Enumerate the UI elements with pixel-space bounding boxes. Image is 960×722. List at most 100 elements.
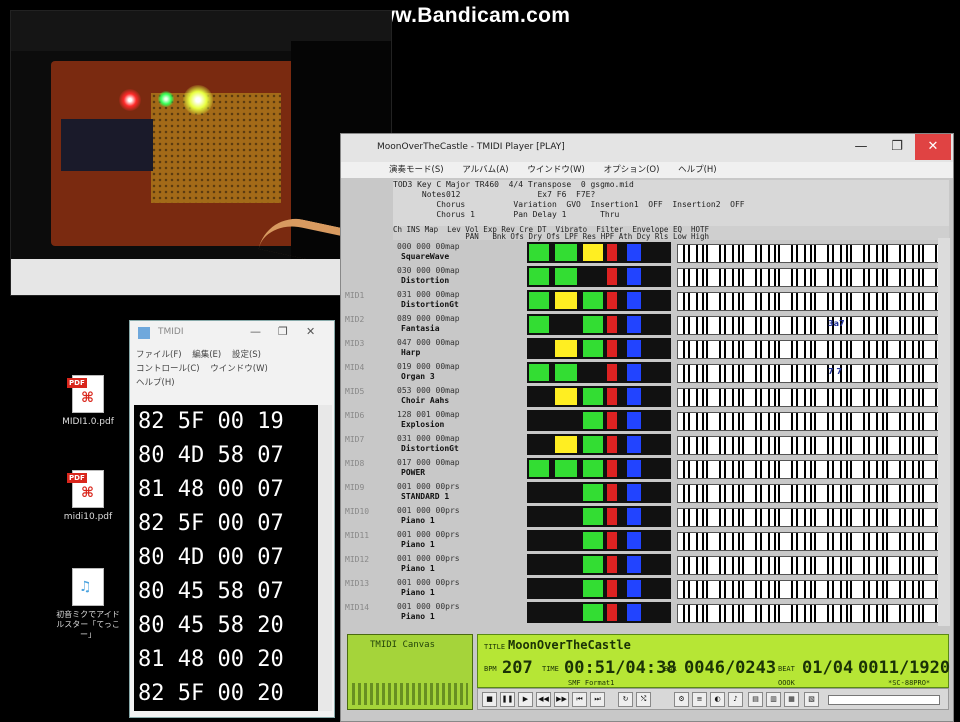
maximize-button[interactable]: ❐ xyxy=(879,134,915,160)
channel-row[interactable]: MID4 019 000 00map Organ 3 7 7 xyxy=(345,362,943,385)
channel-meters xyxy=(527,482,671,503)
hex-row: 80 4D 58 07 xyxy=(138,443,284,468)
minimize-button[interactable]: — xyxy=(250,325,261,338)
option-button[interactable]: ▤ xyxy=(748,692,763,707)
hex-output-area[interactable]: 82 5F 00 19 80 4D 58 07 81 48 00 07 82 5… xyxy=(134,405,318,711)
prev-button[interactable]: ⏮ xyxy=(572,692,587,707)
meter-bar xyxy=(627,532,641,549)
next-button[interactable]: ⏭ xyxy=(590,692,605,707)
channel-number: MID8 xyxy=(345,459,365,468)
option-button[interactable]: ▧ xyxy=(804,692,819,707)
position-slider[interactable] xyxy=(828,695,940,705)
meter-bar xyxy=(607,244,617,261)
channel-program: 031 000 00map xyxy=(397,290,460,299)
channel-row[interactable]: 000 000 00map SquareWave xyxy=(393,242,943,265)
menu-edit[interactable]: 編集(E) xyxy=(192,350,221,360)
hex-row: 82 5F 00 19 xyxy=(138,409,284,434)
forward-button[interactable]: ▶▶ xyxy=(554,692,569,707)
meter-bar xyxy=(529,268,549,285)
meter-bar xyxy=(607,436,617,453)
meter-bar xyxy=(627,436,641,453)
option-button[interactable]: ⚙ xyxy=(674,692,689,707)
channel-row[interactable]: 030 000 00map Distortion xyxy=(393,266,943,289)
meter-bar xyxy=(607,340,617,357)
channel-row[interactable]: MID8 017 000 00map POWER xyxy=(345,458,943,481)
channel-number: MID9 xyxy=(345,483,365,492)
random-button[interactable]: ⤭ xyxy=(636,692,651,707)
channel-keyboard: 7 7 xyxy=(677,364,943,383)
meter-bar xyxy=(529,244,549,261)
rewind-button[interactable]: ◀◀ xyxy=(536,692,551,707)
channel-row[interactable]: MID11 001 000 00prs Piano 1 xyxy=(345,530,943,553)
meter-bar xyxy=(607,268,617,285)
channel-row[interactable]: MID7 031 000 00map DistortionGt xyxy=(345,434,943,457)
menu-window[interactable]: ウインドウ(W) xyxy=(527,165,585,175)
desktop-icon-midi10-pdf[interactable]: PDF ⌘ midi10.pdf xyxy=(56,470,120,522)
pause-button[interactable]: ❚❚ xyxy=(500,692,515,707)
channel-row[interactable]: MID3 047 000 00map Harp xyxy=(345,338,943,361)
channel-instrument: Piano 1 xyxy=(401,588,435,597)
hex-row: 80 45 58 07 xyxy=(138,579,284,604)
tmidi-menubar: 演奏モード(S) アルバム(A) ウインドウ(W) オプション(O) ヘルプ(H… xyxy=(341,162,953,178)
channel-program: 001 000 00prs xyxy=(397,482,460,491)
meter-bar xyxy=(555,460,577,477)
meter-bar xyxy=(607,580,617,597)
hex-window-titlebar[interactable]: TMIDI — ❐ ✕ xyxy=(130,321,334,345)
option-button[interactable]: ▥ xyxy=(766,692,781,707)
pdf-file-icon: PDF ⌘ xyxy=(67,375,104,413)
menu-play-mode[interactable]: 演奏モード(S) xyxy=(389,165,444,175)
loop-button[interactable]: ↻ xyxy=(618,692,633,707)
channel-program: 001 000 00prs xyxy=(397,602,460,611)
menu-file[interactable]: ファイル(F) xyxy=(136,350,182,360)
meter-bar xyxy=(627,484,641,501)
menu-settings[interactable]: 設定(S) xyxy=(232,350,261,360)
meter-bar xyxy=(583,460,603,477)
channel-row[interactable]: MID12 001 000 00prs Piano 1 xyxy=(345,554,943,577)
option-button[interactable]: ▦ xyxy=(784,692,799,707)
stop-button[interactable]: ■ xyxy=(482,692,497,707)
tmidi-titlebar[interactable]: MoonOverTheCastle - TMIDI Player [PLAY] … xyxy=(341,134,953,162)
meter-bar xyxy=(555,244,577,261)
hex-row: 80 45 58 20 xyxy=(138,613,284,638)
menu-options[interactable]: オプション(O) xyxy=(604,165,660,175)
info-row: Chorus 1 Pan Delay 1 Thru xyxy=(393,210,620,219)
channel-meters xyxy=(527,410,671,431)
channel-row[interactable]: MID6 128 001 00map Explosion xyxy=(345,410,943,433)
menu-help[interactable]: ヘルプ(H) xyxy=(678,165,717,175)
menu-album[interactable]: アルバム(A) xyxy=(462,165,508,175)
play-button[interactable]: ▶ xyxy=(518,692,533,707)
time-label: TIME xyxy=(542,665,559,673)
channel-row[interactable]: MID10 001 000 00prs Piano 1 xyxy=(345,506,943,529)
channel-row[interactable]: MID5 053 000 00map Choir Aahs xyxy=(345,386,943,409)
channel-instrument: DistortionGt xyxy=(401,300,459,309)
meter-bar xyxy=(555,388,577,405)
meter-bar xyxy=(607,292,617,309)
info-row: Notes012 Ex7 F6 F7E? xyxy=(393,190,596,199)
bpm-value: 207 xyxy=(502,658,533,678)
option-button[interactable]: ◐ xyxy=(710,692,725,707)
meter-bar xyxy=(555,364,577,381)
channel-row[interactable]: MID9 001 000 00prs STANDARD 1 xyxy=(345,482,943,505)
desktop-icon-audio[interactable]: ♫ 初音ミクでアイドルスター「てっこー」 xyxy=(56,568,120,640)
hex-scrollbar[interactable] xyxy=(318,405,332,711)
channel-keyboard xyxy=(677,412,943,431)
option-button[interactable]: ≡ xyxy=(692,692,707,707)
close-button[interactable]: ✕ xyxy=(306,325,315,338)
channel-row[interactable]: MID2 089 000 00map Fantasia 3a7 xyxy=(345,314,943,337)
channel-row[interactable]: MID14 001 000 00prs Piano 1 xyxy=(345,602,943,625)
meter-bar xyxy=(583,484,603,501)
meter-bar xyxy=(555,268,577,285)
channel-scrollbar[interactable] xyxy=(938,238,950,626)
channel-row[interactable]: MID13 001 000 00prs Piano 1 xyxy=(345,578,943,601)
maximize-button[interactable]: ❐ xyxy=(278,325,288,338)
close-button[interactable]: ✕ xyxy=(915,134,951,160)
meter-bar xyxy=(583,292,603,309)
minimize-button[interactable]: — xyxy=(843,134,879,160)
channel-program: 000 000 00map xyxy=(397,242,460,251)
channel-row[interactable]: MID1 031 000 00map DistortionGt xyxy=(345,290,943,313)
option-button[interactable]: ♪ xyxy=(728,692,743,707)
menu-window[interactable]: ウインドウ(W) xyxy=(210,364,268,374)
menu-control[interactable]: コントロール(C) xyxy=(136,364,200,374)
menu-help[interactable]: ヘルプ(H) xyxy=(136,378,175,388)
desktop-icon-midi1-pdf[interactable]: PDF ⌘ MIDI1.0.pdf xyxy=(56,375,120,427)
